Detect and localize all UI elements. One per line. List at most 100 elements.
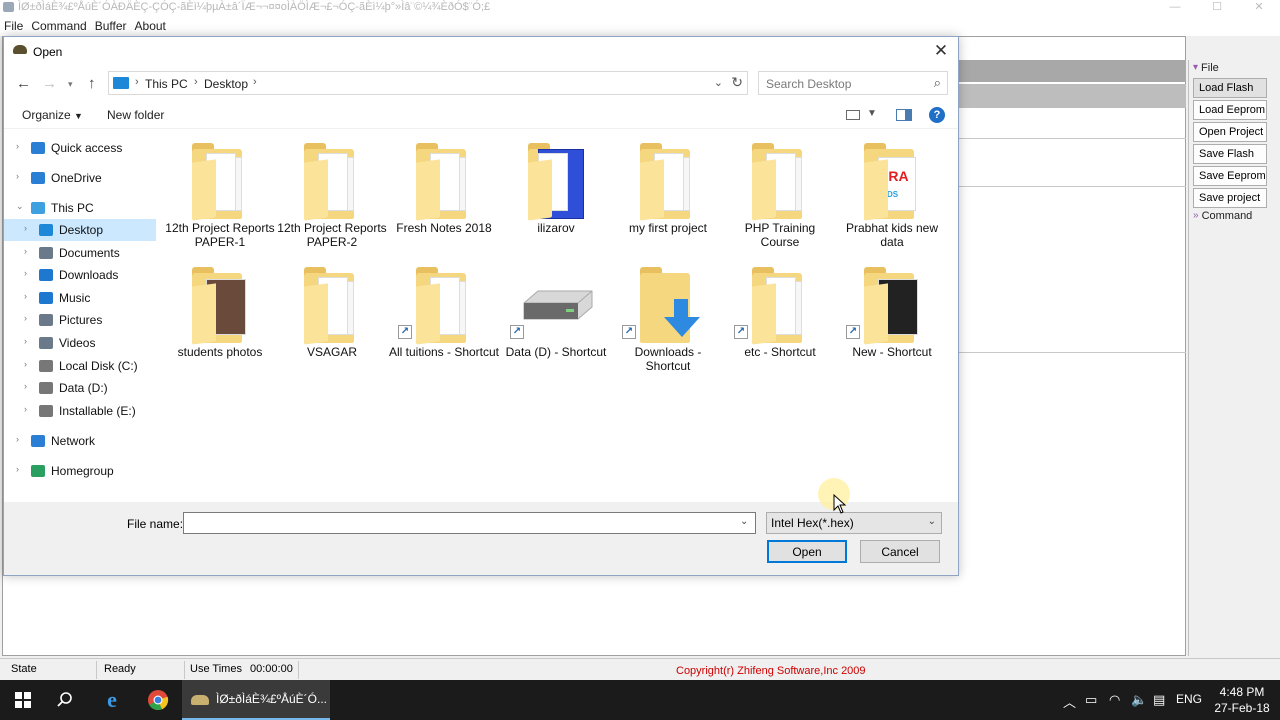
edge-browser-button[interactable]: e	[89, 680, 135, 720]
menu-file[interactable]: File	[0, 16, 27, 36]
breadcrumb-chevron-icon[interactable]: ›	[135, 76, 139, 88]
start-button[interactable]	[0, 680, 46, 720]
file-type-select[interactable]: Intel Hex(*.hex) ⌄	[766, 512, 942, 534]
expand-chevron-icon[interactable]: ›	[24, 268, 27, 278]
maximize-icon[interactable]: ☐	[1196, 0, 1238, 14]
view-dropdown-icon[interactable]: ▼	[867, 108, 877, 119]
expand-chevron-icon[interactable]: ›	[16, 141, 19, 151]
command-section-header[interactable]: » Command	[1189, 208, 1272, 224]
divider	[184, 661, 185, 679]
save-flash-button[interactable]: Save Flash	[1193, 144, 1267, 164]
file-item[interactable]: Fresh Notes 2018	[388, 137, 500, 257]
load-eeprom-button[interactable]: Load Eeprom	[1193, 100, 1267, 120]
file-item[interactable]: ↗ Data (D) - Shortcut	[500, 261, 612, 381]
search-box[interactable]: Search Desktop ⌕	[758, 71, 948, 95]
up-arrow-icon[interactable]: ↑	[88, 75, 96, 92]
file-item[interactable]: my first project	[612, 137, 724, 257]
open-button[interactable]: Open	[767, 540, 847, 563]
forward-arrow-icon[interactable]: →	[42, 75, 57, 92]
nav-item-downloads[interactable]: › Downloads	[4, 264, 156, 286]
menu-about[interactable]: About	[131, 16, 170, 36]
breadcrumb-chevron-icon[interactable]: ›	[253, 76, 257, 88]
expand-chevron-icon[interactable]: ›	[16, 464, 19, 474]
wifi-icon[interactable]: ◠	[1109, 692, 1120, 708]
volume-icon[interactable]: 🔈	[1131, 692, 1147, 708]
load-flash-button[interactable]: Load Flash	[1193, 78, 1267, 98]
back-arrow-icon[interactable]: ←	[16, 75, 31, 92]
nav-item-data-d[interactable]: › Data (D:)	[4, 377, 156, 399]
nav-item-onedrive[interactable]: › OneDrive	[4, 167, 156, 189]
expand-chevron-icon[interactable]: ›	[16, 434, 19, 444]
help-icon[interactable]: ?	[929, 107, 945, 123]
file-item[interactable]: ilizarov	[500, 137, 612, 257]
recent-locations-chevron-icon[interactable]: ▾	[68, 79, 73, 90]
homegroup-icon	[31, 465, 45, 477]
address-bar[interactable]: › This PC › Desktop › ⌄ ↻	[108, 71, 748, 95]
search-icon[interactable]: ⌕	[934, 75, 941, 91]
file-item[interactable]: 12th Project Reports PAPER-2	[276, 137, 388, 257]
expand-chevron-icon[interactable]: ›	[16, 171, 19, 181]
breadcrumb-this-pc[interactable]: This PC	[145, 77, 188, 91]
menu-command[interactable]: Command	[27, 16, 90, 36]
nav-item-quick-access[interactable]: › Quick access	[4, 137, 156, 159]
nav-item-installable-e[interactable]: › Installable (E:)	[4, 400, 156, 422]
open-project-button[interactable]: Open Project	[1193, 122, 1267, 142]
expand-chevron-icon[interactable]: ›	[24, 359, 27, 369]
file-name-dropdown-icon[interactable]: ⌄	[740, 516, 748, 527]
nav-item-desktop[interactable]: › Desktop	[4, 219, 156, 241]
action-center-icon[interactable]: ▤	[1153, 692, 1165, 708]
search-button[interactable]	[42, 680, 88, 720]
nav-item-music[interactable]: › Music	[4, 287, 156, 309]
expand-chevron-icon[interactable]: ›	[24, 291, 27, 301]
file-item[interactable]: ↗ All tuitions - Shortcut	[388, 261, 500, 381]
nav-item-network[interactable]: › Network	[4, 430, 156, 452]
save-eeprom-button[interactable]: Save Eeprom	[1193, 166, 1267, 186]
file-item[interactable]: 12th Project Reports PAPER-1	[164, 137, 276, 257]
minimize-icon[interactable]: —	[1154, 0, 1196, 14]
divider	[96, 661, 97, 679]
battery-icon[interactable]: ▭	[1085, 692, 1097, 708]
expand-chevron-icon[interactable]: ›	[24, 246, 27, 256]
new-folder-button[interactable]: New folder	[107, 108, 164, 122]
folder-icon	[304, 267, 362, 345]
change-view-icon[interactable]	[846, 110, 860, 120]
cancel-button[interactable]: Cancel	[860, 540, 940, 563]
nav-item-videos[interactable]: › Videos	[4, 332, 156, 354]
expand-chevron-icon[interactable]: ›	[24, 223, 27, 233]
file-name-input[interactable]	[183, 512, 756, 534]
file-item[interactable]: ↗ Downloads - Shortcut	[612, 261, 724, 381]
file-item[interactable]: students photos	[164, 261, 276, 381]
nav-item-homegroup[interactable]: › Homegroup	[4, 460, 156, 482]
breadcrumb-chevron-icon[interactable]: ›	[194, 76, 198, 88]
expand-chevron-icon[interactable]: ›	[24, 313, 27, 323]
show-hidden-icons-chevron-icon[interactable]: ︿	[1063, 692, 1076, 711]
chrome-browser-button[interactable]	[135, 680, 181, 720]
file-item[interactable]: ↗ etc - Shortcut	[724, 261, 836, 381]
collapse-chevron-icon[interactable]: ⌄	[16, 201, 24, 212]
save-project-button[interactable]: Save project	[1193, 188, 1267, 208]
close-icon[interactable]: ✕	[930, 40, 952, 62]
expand-chevron-icon[interactable]: ›	[24, 336, 27, 346]
menu-buffer[interactable]: Buffer	[91, 16, 131, 36]
file-section-header[interactable]: ▾ File	[1189, 60, 1272, 76]
nav-item-local-disk-c[interactable]: › Local Disk (C:)	[4, 355, 156, 377]
divider	[958, 138, 1186, 139]
breadcrumb-desktop[interactable]: Desktop	[204, 77, 248, 91]
preview-pane-icon[interactable]	[896, 109, 912, 121]
input-language-indicator[interactable]: ENG	[1176, 692, 1202, 706]
nav-item-this-pc[interactable]: ⌄ This PC	[4, 197, 156, 219]
close-icon[interactable]: ✕	[1238, 0, 1280, 14]
refresh-icon[interactable]: ↻	[731, 74, 743, 91]
file-item[interactable]: ↗ New - Shortcut	[836, 261, 948, 381]
expand-chevron-icon[interactable]: ›	[24, 381, 27, 391]
file-item[interactable]: PHP Training Course	[724, 137, 836, 257]
organize-button[interactable]: Organize ▼	[22, 108, 83, 122]
file-item[interactable]: PRA KIDS Prabhat kids new data	[836, 137, 948, 257]
taskbar-app-item[interactable]: ÌØ±ðÌáÈ¾£ºÅúÈ´Ó...	[182, 680, 330, 720]
nav-item-documents[interactable]: › Documents	[4, 242, 156, 264]
taskbar-clock[interactable]: 4:48 PM 27-Feb-18	[1212, 684, 1272, 716]
nav-item-pictures[interactable]: › Pictures	[4, 309, 156, 331]
expand-chevron-icon[interactable]: ›	[24, 404, 27, 414]
file-item[interactable]: VSAGAR	[276, 261, 388, 381]
address-dropdown-icon[interactable]: ⌄	[714, 76, 723, 89]
